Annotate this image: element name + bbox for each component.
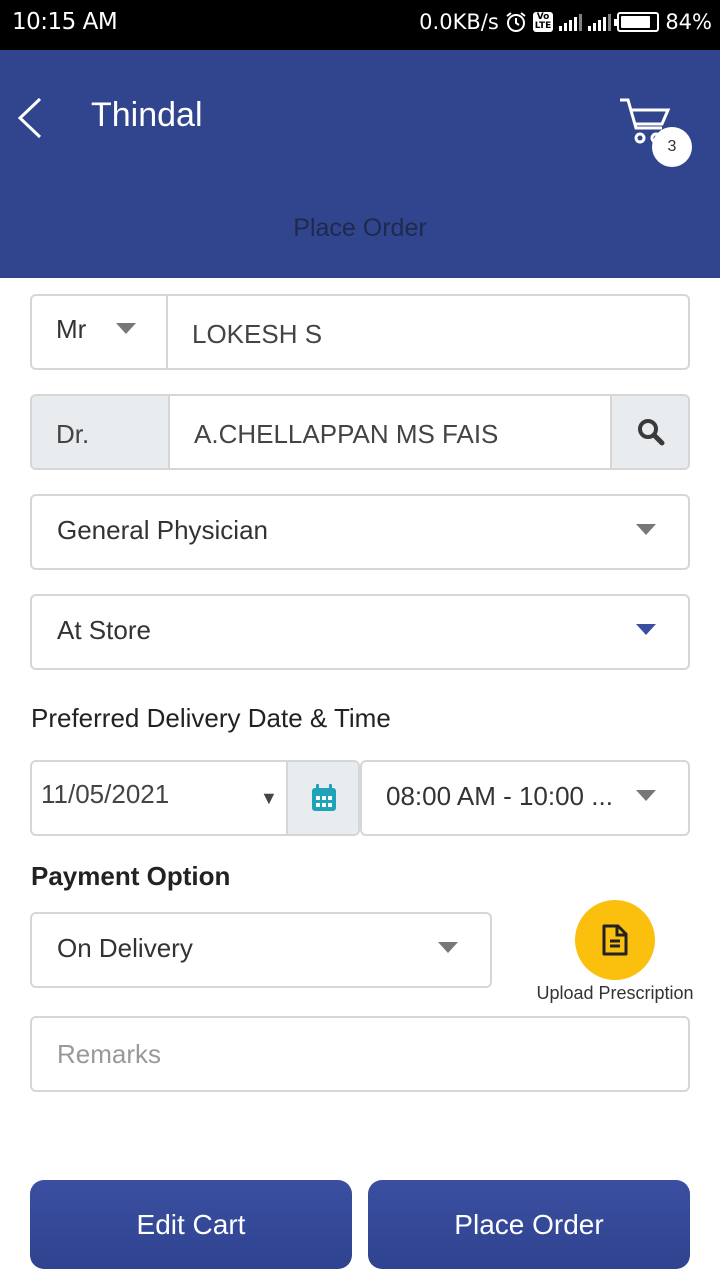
- salutation-value: Mr: [56, 314, 87, 344]
- upload-prescription-label: Upload Prescription: [536, 983, 694, 1003]
- remarks-field[interactable]: Remarks: [30, 1016, 690, 1092]
- specialty-value: General Physician: [57, 515, 268, 545]
- chevron-down-icon: [636, 524, 656, 535]
- chevron-down-icon: [438, 942, 458, 953]
- salutation-select[interactable]: Mr: [32, 296, 168, 368]
- status-icons: 0.0KB/s Vo LTE 84%: [419, 10, 712, 34]
- delivery-mode-value: At Store: [57, 615, 151, 645]
- upload-prescription-button[interactable]: [575, 900, 655, 980]
- calendar-button[interactable]: [286, 762, 358, 834]
- page-title: Thindal: [91, 96, 203, 134]
- status-time: 10:15 AM: [12, 9, 118, 35]
- payment-option-select[interactable]: On Delivery: [30, 912, 492, 988]
- delivery-time-value: 08:00 AM - 10:00 ...: [386, 781, 613, 811]
- doctor-search-group: Dr. A.CHELLAPPAN MS FAIS: [30, 394, 690, 470]
- payment-option-value: On Delivery: [57, 933, 193, 963]
- page-subtitle: Place Order: [293, 214, 427, 242]
- status-bar: 10:15 AM 0.0KB/s Vo LTE 84%: [0, 0, 720, 50]
- specialty-select[interactable]: General Physician: [30, 494, 690, 570]
- signal-icon: [588, 13, 612, 31]
- place-order-button[interactable]: Place Order: [368, 1180, 690, 1269]
- patient-name-input[interactable]: LOKESH S: [192, 319, 322, 350]
- payment-section-label: Payment Option: [31, 861, 231, 891]
- battery-icon: [614, 12, 660, 32]
- battery-percent: 84%: [665, 10, 712, 34]
- alarm-clock-icon: [506, 12, 526, 32]
- chevron-down-icon: [636, 790, 656, 801]
- delivery-section-label: Preferred Delivery Date & Time: [31, 703, 391, 733]
- delivery-mode-select[interactable]: At Store: [30, 594, 690, 670]
- patient-name-group: Mr LOKESH S: [30, 294, 690, 370]
- back-arrow-icon[interactable]: [14, 95, 44, 141]
- doctor-prefix-label: Dr.: [56, 419, 90, 449]
- date-dropdown-icon[interactable]: ▼: [260, 788, 278, 809]
- app-header: Thindal 3: [0, 50, 720, 278]
- delivery-time-select[interactable]: 08:00 AM - 10:00 ...: [360, 760, 690, 836]
- chevron-down-icon: [116, 323, 136, 334]
- calendar-icon: [312, 784, 336, 811]
- delivery-date-input[interactable]: 11/05/2021: [41, 779, 169, 810]
- edit-cart-button[interactable]: Edit Cart: [30, 1180, 352, 1269]
- search-icon: [638, 419, 665, 446]
- delivery-date-group: 11/05/2021 ▼: [30, 760, 360, 836]
- doctor-name-input[interactable]: A.CHELLAPPAN MS FAIS: [194, 419, 498, 450]
- doctor-prefix-addon: Dr.: [32, 396, 170, 468]
- document-icon: [602, 924, 628, 956]
- cart-count-badge: 3: [652, 127, 692, 167]
- chevron-down-icon: [636, 624, 656, 635]
- remarks-placeholder: Remarks: [57, 1039, 162, 1069]
- signal-4g-icon: [559, 13, 583, 31]
- volte-icon: Vo LTE: [532, 12, 554, 32]
- doctor-search-button[interactable]: [610, 396, 688, 468]
- network-speed: 0.0KB/s: [419, 10, 499, 34]
